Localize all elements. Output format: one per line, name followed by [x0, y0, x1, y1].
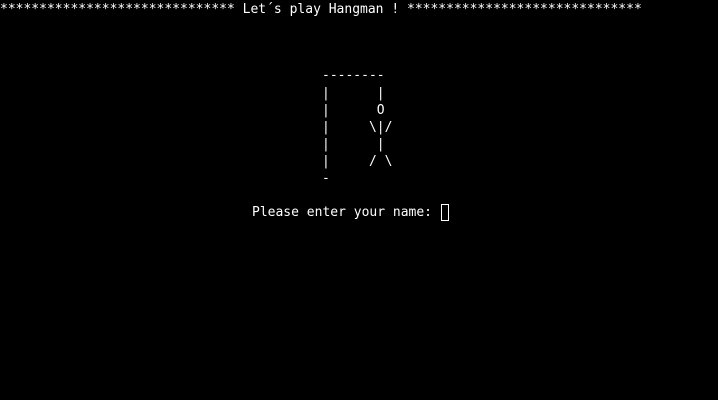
gallows-line-4: | \|/: [322, 120, 393, 135]
gallows-line-5: | |: [322, 137, 385, 152]
gallows-line-3: | O: [322, 103, 385, 118]
text-cursor[interactable]: [440, 204, 449, 221]
gallows-line-1: --------: [322, 68, 385, 83]
terminal-window[interactable]: ****************************** Let´s pla…: [0, 0, 718, 400]
gallows-line-6: | / \: [322, 154, 393, 169]
gallows-line-7: -: [322, 171, 330, 186]
name-prompt-row[interactable]: Please enter your name:: [252, 204, 449, 221]
name-prompt-label: Please enter your name:: [252, 205, 440, 220]
welcome-banner: ****************************** Let´s pla…: [0, 2, 642, 17]
gallows-line-2: | |: [322, 86, 385, 101]
